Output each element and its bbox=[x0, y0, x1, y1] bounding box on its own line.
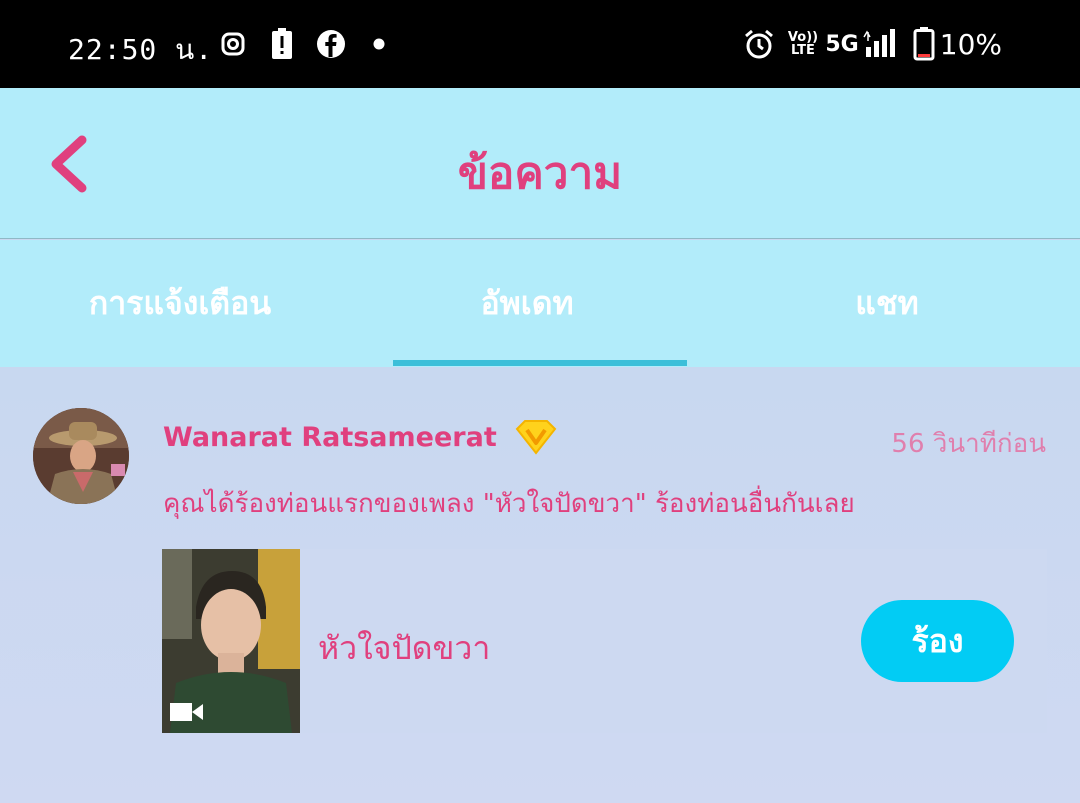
page-title: ข้อความ bbox=[457, 148, 623, 199]
battery-icon bbox=[913, 27, 935, 61]
timestamp: 56 วินาทีก่อน bbox=[891, 429, 1046, 459]
song-title[interactable]: หัวใจปัดขวา bbox=[318, 623, 490, 674]
facebook-icon bbox=[316, 28, 346, 60]
volte-icon: Vo)) LTE bbox=[787, 30, 819, 58]
status-bar: 22:50 น. Vo)) LTE 5G 10% bbox=[0, 0, 1080, 88]
active-tab-indicator bbox=[393, 360, 687, 366]
video-camera-icon bbox=[170, 702, 204, 726]
instagram-icon bbox=[221, 28, 245, 60]
update-message: คุณได้ร้องท่อนแรกของเพลง "หัวใจปัดขวา" ร… bbox=[163, 489, 855, 519]
alarm-icon bbox=[743, 28, 775, 60]
battery-alert-icon bbox=[271, 28, 293, 60]
dot-icon bbox=[372, 28, 386, 60]
username-row: Wanarat Ratsameerat bbox=[163, 419, 557, 455]
tab-bar: การแจ้งเตือน อัพเดท แชท bbox=[0, 240, 1080, 367]
avatar[interactable] bbox=[33, 408, 129, 504]
username[interactable]: Wanarat Ratsameerat bbox=[163, 422, 497, 453]
tab-chat[interactable]: แชท bbox=[694, 240, 1080, 367]
song-card[interactable]: หัวใจปัดขวา ร้อง bbox=[162, 549, 1047, 733]
battery-percent: 10% bbox=[939, 28, 1002, 61]
signal-icon bbox=[862, 28, 898, 60]
tab-updates[interactable]: อัพเดท bbox=[360, 240, 694, 367]
tab-notifications[interactable]: การแจ้งเตือน bbox=[0, 240, 360, 367]
sing-button[interactable]: ร้อง bbox=[861, 600, 1014, 682]
song-thumbnail[interactable] bbox=[162, 549, 300, 733]
vip-badge-icon bbox=[515, 419, 557, 455]
app-header: ข้อความ bbox=[0, 88, 1080, 239]
status-time: 22:50 น. bbox=[68, 33, 214, 66]
5g-icon: 5G bbox=[825, 31, 859, 57]
updates-list: Wanarat Ratsameerat 56 วินาทีก่อน คุณได้… bbox=[0, 367, 1080, 803]
